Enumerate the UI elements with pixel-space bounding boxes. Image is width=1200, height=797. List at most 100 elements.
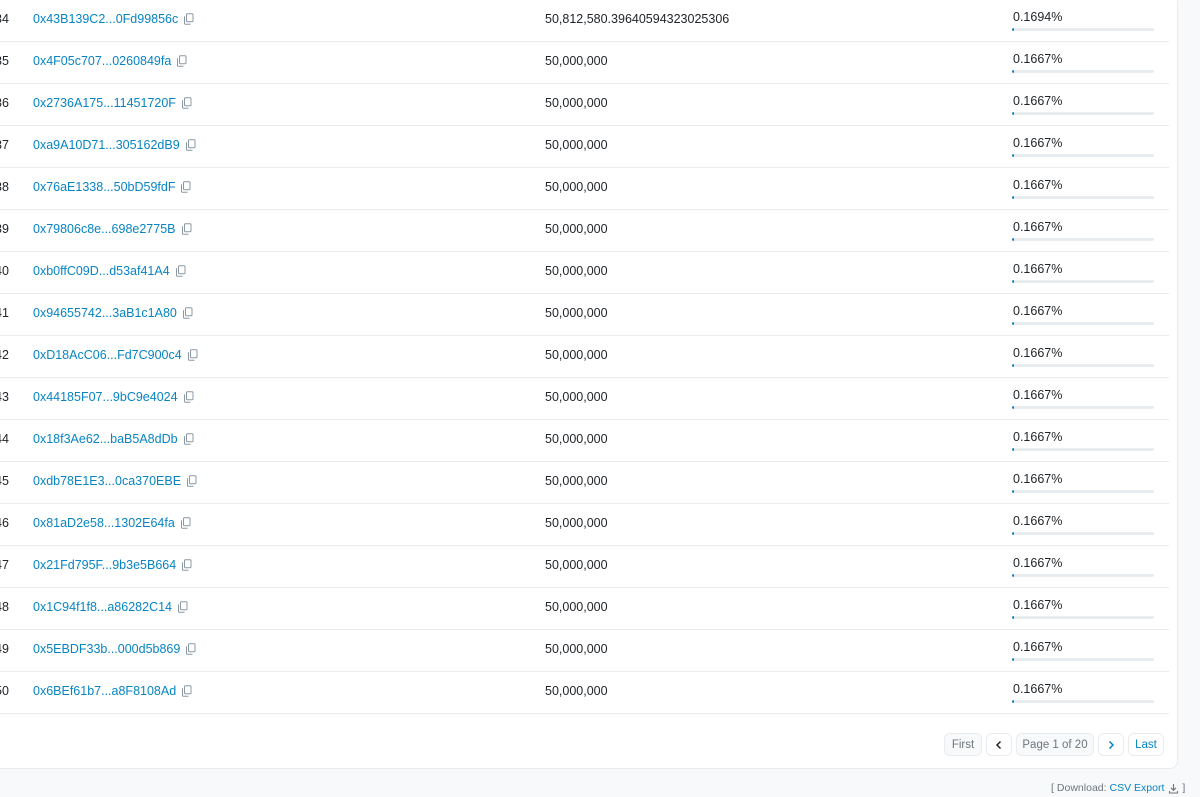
- chevron-left-icon: [995, 740, 1002, 749]
- holder-address-link[interactable]: 0xD18AcC06...Fd7C900c4: [33, 348, 182, 362]
- rank-cell: 38: [0, 180, 9, 194]
- quantity-cell: 50,000,000: [545, 264, 608, 278]
- holder-address-link[interactable]: 0x76aE1338...50bD59fdF: [33, 180, 175, 194]
- holder-address-link[interactable]: 0x18f3Ae62...baB5A8dDb: [33, 432, 178, 446]
- quantity-cell: 50,000,000: [545, 516, 608, 530]
- holder-address-link[interactable]: 0xb0ffC09D...d53af41A4: [33, 264, 170, 278]
- percentage-cell: 0.1667%: [1013, 472, 1063, 486]
- table-row: 42 0xD18AcC06...Fd7C900c4 50,000,000 0.1667…: [0, 336, 1169, 378]
- table-row: 43 0x44185F07...9bC9e4024 50,000,000 0.1667…: [0, 378, 1169, 420]
- percentage-cell: 0.1667%: [1013, 178, 1063, 192]
- holder-address-link[interactable]: 0x43B139C2...0Fd99856c: [33, 12, 178, 26]
- download-label: Download:: [1056, 782, 1107, 794]
- copy-icon[interactable]: [186, 475, 197, 487]
- percentage-bar-fill: [1012, 322, 1014, 325]
- percentage-bar-fill: [1012, 112, 1014, 115]
- address-cell: 0x21Fd795F...9b3e5B664: [33, 558, 192, 572]
- address-cell: 0xa9A10D71...305162dB9: [33, 138, 196, 152]
- copy-icon[interactable]: [185, 643, 196, 655]
- first-page-button[interactable]: First: [944, 733, 982, 756]
- holder-address-link[interactable]: 0x2736A175...11451720F: [33, 96, 176, 110]
- prev-page-button[interactable]: [986, 733, 1012, 756]
- copy-icon[interactable]: [181, 97, 192, 109]
- percentage-bar: [1012, 658, 1154, 661]
- percentage-bar: [1012, 280, 1154, 283]
- address-cell: 0x18f3Ae62...baB5A8dDb: [33, 432, 194, 446]
- rank-cell: 45: [0, 474, 9, 488]
- address-cell: 0x4F05c707...0260849fa: [33, 54, 187, 68]
- table-row: 35 0x4F05c707...0260849fa 50,000,000 0.1667…: [0, 42, 1169, 84]
- table-row: 45 0xdb78E1E3...0ca370EBE 50,000,000 0.1667…: [0, 462, 1169, 504]
- percentage-cell: 0.1667%: [1013, 388, 1063, 402]
- rank-cell: 40: [0, 264, 9, 278]
- copy-icon[interactable]: [181, 223, 192, 235]
- rank-cell: 46: [0, 516, 9, 530]
- percentage-bar: [1012, 574, 1154, 577]
- percentage-bar-fill: [1012, 364, 1014, 367]
- address-cell: 0x79806c8e...698e2775B: [33, 222, 192, 236]
- quantity-cell: 50,000,000: [545, 600, 608, 614]
- address-cell: 0x1C94f1f8...a86282C14: [33, 600, 188, 614]
- chevron-right-icon: [1108, 740, 1115, 749]
- percentage-bar-fill: [1012, 448, 1014, 451]
- holder-address-link[interactable]: 0x79806c8e...698e2775B: [33, 222, 176, 236]
- percentage-bar-fill: [1012, 28, 1014, 31]
- percentage-bar-fill: [1012, 616, 1014, 619]
- copy-icon[interactable]: [183, 391, 194, 403]
- percentage-bar-fill: [1012, 658, 1014, 661]
- holder-address-link[interactable]: 0x5EBDF33b...000d5b869: [33, 642, 180, 656]
- address-cell: 0xD18AcC06...Fd7C900c4: [33, 348, 198, 362]
- holder-address-link[interactable]: 0x94655742...3aB1c1A80: [33, 306, 177, 320]
- copy-icon[interactable]: [177, 601, 188, 613]
- copy-icon[interactable]: [187, 349, 198, 361]
- address-cell: 0xb0ffC09D...d53af41A4: [33, 264, 186, 278]
- percentage-cell: 0.1667%: [1013, 304, 1063, 318]
- page-info: Page 1 of 20: [1016, 733, 1094, 756]
- copy-icon[interactable]: [176, 55, 187, 67]
- next-page-button[interactable]: [1098, 733, 1124, 756]
- copy-icon[interactable]: [183, 13, 194, 25]
- copy-icon[interactable]: [181, 685, 192, 697]
- holder-address-link[interactable]: 0x81aD2e58...1302E64fa: [33, 516, 175, 530]
- percentage-cell: 0.1667%: [1013, 136, 1063, 150]
- csv-export-link[interactable]: CSV Export: [1110, 782, 1165, 794]
- quantity-cell: 50,812,580.39640594323025306: [545, 12, 730, 26]
- holder-address-link[interactable]: 0x4F05c707...0260849fa: [33, 54, 171, 68]
- holder-address-link[interactable]: 0x44185F07...9bC9e4024: [33, 390, 178, 404]
- copy-icon[interactable]: [182, 307, 193, 319]
- holder-address-link[interactable]: 0xa9A10D71...305162dB9: [33, 138, 180, 152]
- copy-icon[interactable]: [180, 517, 191, 529]
- percentage-cell: 0.1667%: [1013, 682, 1063, 696]
- holder-address-link[interactable]: 0x6BEf61b7...a8F8108Ad: [33, 684, 176, 698]
- last-page-button[interactable]: Last: [1128, 733, 1164, 756]
- address-cell: 0x43B139C2...0Fd99856c: [33, 12, 194, 26]
- copy-icon[interactable]: [183, 433, 194, 445]
- holder-address-link[interactable]: 0x1C94f1f8...a86282C14: [33, 600, 172, 614]
- rank-cell: 44: [0, 432, 9, 446]
- percentage-cell: 0.1667%: [1013, 598, 1063, 612]
- copy-icon[interactable]: [185, 139, 196, 151]
- download-bar: [ Download: CSV Export ]: [1051, 782, 1185, 794]
- percentage-bar: [1012, 364, 1154, 367]
- rank-cell: 37: [0, 138, 9, 152]
- quantity-cell: 50,000,000: [545, 474, 608, 488]
- holders-table-body: 34 0x43B139C2...0Fd99856c 50,812,580.39640…: [0, 0, 1169, 714]
- holder-address-link[interactable]: 0xdb78E1E3...0ca370EBE: [33, 474, 181, 488]
- quantity-cell: 50,000,000: [545, 390, 608, 404]
- table-row: 47 0x21Fd795F...9b3e5B664 50,000,000 0.1667…: [0, 546, 1169, 588]
- rank-cell: 41: [0, 306, 9, 320]
- copy-icon[interactable]: [180, 181, 191, 193]
- percentage-cell: 0.1667%: [1013, 640, 1063, 654]
- percentage-bar: [1012, 28, 1154, 31]
- copy-icon[interactable]: [175, 265, 186, 277]
- percentage-cell: 0.1667%: [1013, 346, 1063, 360]
- rank-cell: 43: [0, 390, 9, 404]
- download-open-bracket: [: [1051, 782, 1054, 794]
- percentage-bar-fill: [1012, 406, 1014, 409]
- address-cell: 0x6BEf61b7...a8F8108Ad: [33, 684, 192, 698]
- quantity-cell: 50,000,000: [545, 642, 608, 656]
- copy-icon[interactable]: [181, 559, 192, 571]
- rank-cell: 49: [0, 642, 9, 656]
- address-cell: 0x2736A175...11451720F: [33, 96, 192, 110]
- holder-address-link[interactable]: 0x21Fd795F...9b3e5B664: [33, 558, 176, 572]
